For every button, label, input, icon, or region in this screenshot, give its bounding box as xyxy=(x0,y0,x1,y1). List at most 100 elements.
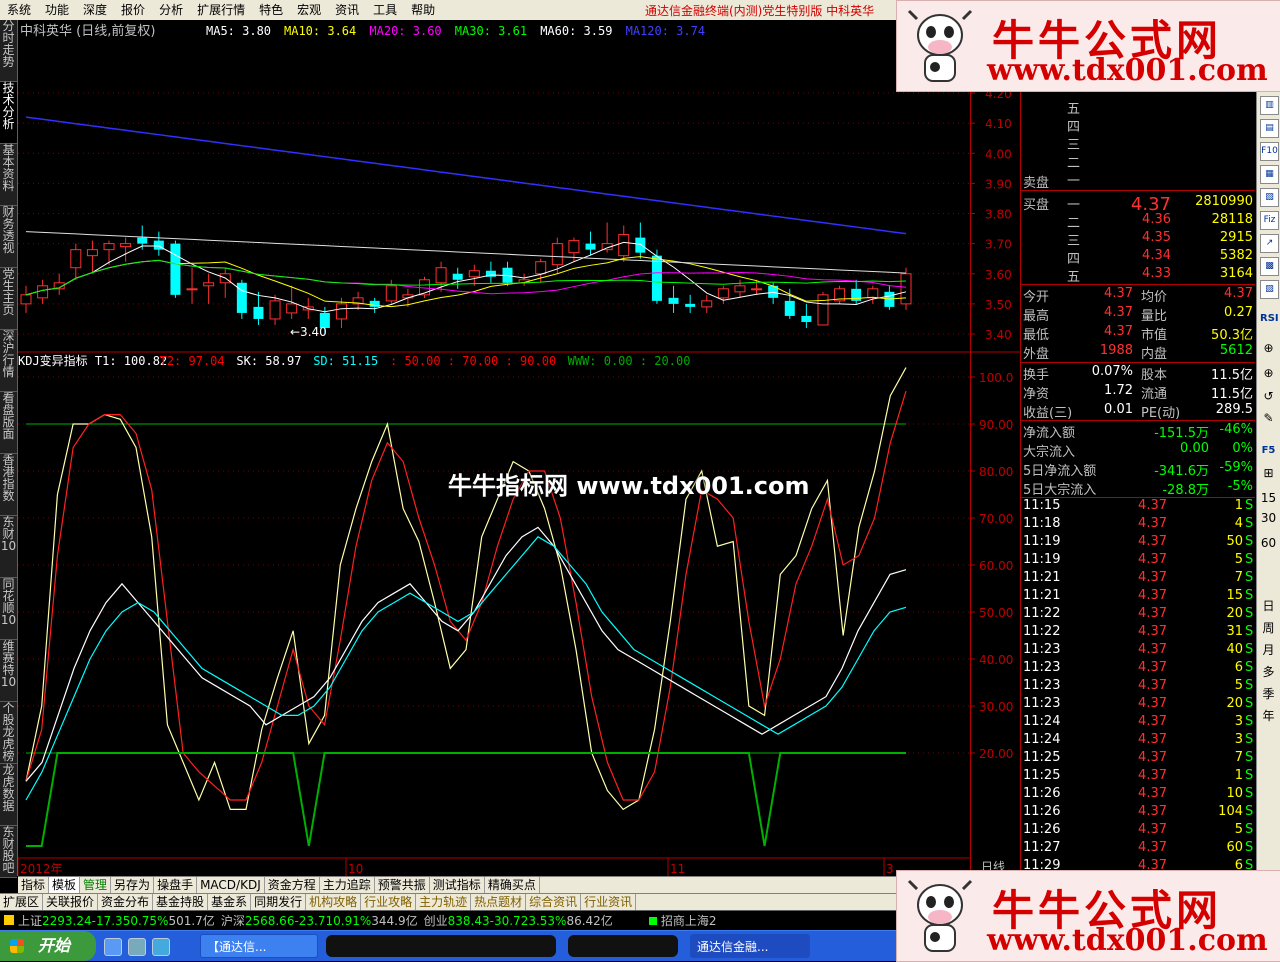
quick-launch-icon[interactable] xyxy=(104,938,122,956)
tool-button[interactable]: ⊞ xyxy=(1260,465,1277,482)
tool-button[interactable]: 月 xyxy=(1260,642,1277,659)
low-price-annotation: ←3.40 xyxy=(290,325,327,339)
tool-icon[interactable]: ▨ xyxy=(1260,280,1279,299)
buy-level-label: 一 xyxy=(1067,198,1081,213)
extension-tab[interactable]: 机构攻略 xyxy=(306,894,362,910)
menu-item[interactable]: 宏观 xyxy=(290,0,328,20)
left-tab[interactable]: 维赛特10 xyxy=(0,640,17,702)
indicator-tab[interactable]: MACD/KDJ xyxy=(197,877,265,893)
ma-legend-item: MA30: 3.61 xyxy=(455,24,527,38)
menu-item[interactable]: 分析 xyxy=(152,0,190,20)
tick-time: 11:19 xyxy=(1023,552,1061,567)
tick-price: 4.37 xyxy=(1138,624,1167,639)
tool-icon[interactable]: F10 xyxy=(1260,142,1279,161)
tick-row: 11:23 4.37 6 S xyxy=(1021,660,1255,678)
tool-button[interactable]: F5 xyxy=(1260,442,1277,459)
left-tab[interactable]: 基本资料 xyxy=(0,144,17,206)
extension-tab[interactable]: 行业攻略 xyxy=(361,894,417,910)
left-tab[interactable]: 东财10 xyxy=(0,516,17,578)
candle-body xyxy=(551,243,563,266)
indicator-tab[interactable]: 测试指标 xyxy=(430,877,485,893)
menu-item[interactable]: 帮助 xyxy=(404,0,442,20)
indicator-tab[interactable]: 另存为 xyxy=(111,877,155,893)
sell-level-row: 四 xyxy=(1021,116,1255,135)
tool-button[interactable]: 日 xyxy=(1260,598,1277,615)
left-tab[interactable]: 深沪行情 xyxy=(0,330,17,392)
index-name: 创业 xyxy=(423,914,448,928)
stat-value: 4.37 xyxy=(1224,286,1253,301)
left-tab[interactable]: 分时走势 xyxy=(0,20,17,82)
extension-tab[interactable]: 基金持股 xyxy=(153,894,209,910)
tick-price: 4.37 xyxy=(1138,714,1167,729)
ie-icon[interactable] xyxy=(152,938,170,956)
tool-button[interactable]: 年 xyxy=(1260,708,1277,725)
indicator-tab[interactable]: 指标 xyxy=(18,877,50,893)
show-desktop-icon[interactable] xyxy=(128,938,146,956)
indicator-tab[interactable]: 资金方程 xyxy=(265,877,320,893)
tool-button[interactable]: 季 xyxy=(1260,686,1277,703)
taskbar-item-tdx-folder[interactable]: 【通达信... xyxy=(200,934,318,958)
left-tab[interactable]: 看盘版面 xyxy=(0,392,17,454)
indicator-tab[interactable]: 操盘手 xyxy=(154,877,198,893)
left-tab[interactable]: 技术分析 xyxy=(0,82,17,144)
tool-button[interactable]: ✎ xyxy=(1260,410,1277,427)
tick-side: S xyxy=(1245,696,1254,711)
extension-tab[interactable]: 综合资讯 xyxy=(526,894,582,910)
menu-item[interactable]: 报价 xyxy=(114,0,152,20)
chart-area[interactable]: 中科英华 (日线,前复权) MA5: 3.80 MA10: 3.64 MA20: 3.… xyxy=(18,20,970,876)
kdj-scale-label: 40.00 xyxy=(979,653,1013,667)
indicator-tab[interactable]: 主力追踪 xyxy=(320,877,375,893)
extension-tab[interactable]: 关联报价 xyxy=(43,894,99,910)
left-tab-strip: 分时走势 技术分析 基本资料 财务透视 党生主页 深沪行情 看盘版面 香港指数 东财10 同花顺1… xyxy=(0,20,18,878)
left-tab[interactable]: 龙虎数据 xyxy=(0,764,17,826)
tool-icon[interactable]: ▦ xyxy=(1260,165,1279,184)
left-tab[interactable]: 财务透视 xyxy=(0,206,17,268)
indicator-tab[interactable]: 模板 xyxy=(49,877,81,893)
extension-tab[interactable]: 资金分布 xyxy=(98,894,154,910)
menu-item[interactable]: 功能 xyxy=(38,0,76,20)
menu-item[interactable]: 资讯 xyxy=(328,0,366,20)
start-button[interactable]: 开始 xyxy=(0,931,96,961)
tool-icon[interactable]: ▧ xyxy=(1260,188,1279,207)
menu-item[interactable]: 工具 xyxy=(366,0,404,20)
indicator-tab[interactable]: 管理 xyxy=(80,877,112,893)
tool-icon[interactable]: ▤ xyxy=(1260,119,1279,138)
tool-button[interactable]: 周 xyxy=(1260,620,1277,637)
left-tab[interactable]: 香港指数 xyxy=(0,454,17,516)
flow-pct: 0% xyxy=(1232,441,1253,456)
tool-button[interactable]: 60 xyxy=(1260,535,1277,552)
kdj-legend-item: SD: 51.15 xyxy=(313,354,378,368)
tool-icon[interactable]: ↗ xyxy=(1260,234,1279,253)
menu-item[interactable]: 深度 xyxy=(76,0,114,20)
indicator-tab[interactable]: 预警共振 xyxy=(375,877,430,893)
left-tab[interactable]: 同花顺10 xyxy=(0,578,17,640)
tool-button[interactable]: 15 xyxy=(1260,490,1277,507)
extension-tab[interactable]: 扩展区 xyxy=(0,894,44,910)
tool-button[interactable]: ↺ xyxy=(1260,388,1277,405)
left-tab[interactable]: 党生主页 xyxy=(0,268,17,330)
menu-item[interactable]: 特色 xyxy=(252,0,290,20)
tick-side: S xyxy=(1245,624,1254,639)
tool-button[interactable]: 30 xyxy=(1260,510,1277,527)
extension-tab[interactable]: 同期发行 xyxy=(251,894,307,910)
extension-tab[interactable]: 主力轨迹 xyxy=(416,894,472,910)
tool-icon[interactable]: ▥ xyxy=(1260,96,1279,115)
extension-tab[interactable]: 基金系 xyxy=(208,894,252,910)
tool-icon[interactable]: Fiz xyxy=(1260,211,1279,230)
tool-button[interactable]: RSI xyxy=(1260,310,1279,327)
tool-button[interactable]: ⊕ xyxy=(1260,340,1277,357)
flow-value: -341.6万 xyxy=(1154,464,1209,479)
tool-icon[interactable]: ▩ xyxy=(1260,257,1279,276)
tool-button[interactable]: 多 xyxy=(1260,664,1277,681)
taskbar-item-tdx-terminal[interactable]: 通达信金融... xyxy=(690,934,810,958)
index-amount: 344.9亿 xyxy=(371,914,418,928)
menu-item[interactable]: 系统 xyxy=(0,0,38,20)
menu-item[interactable]: 扩展行情 xyxy=(190,0,252,20)
stat-value: 0.27 xyxy=(1224,305,1253,320)
indicator-tab[interactable]: 精确买点 xyxy=(485,877,540,893)
left-tab[interactable]: 个股龙虎榜 xyxy=(0,702,17,764)
left-tab[interactable]: 东财股吧 xyxy=(0,826,17,878)
tool-button[interactable]: ⊕ xyxy=(1260,365,1277,382)
extension-tab[interactable]: 热点题材 xyxy=(471,894,527,910)
extension-tab[interactable]: 行业资讯 xyxy=(581,894,637,910)
